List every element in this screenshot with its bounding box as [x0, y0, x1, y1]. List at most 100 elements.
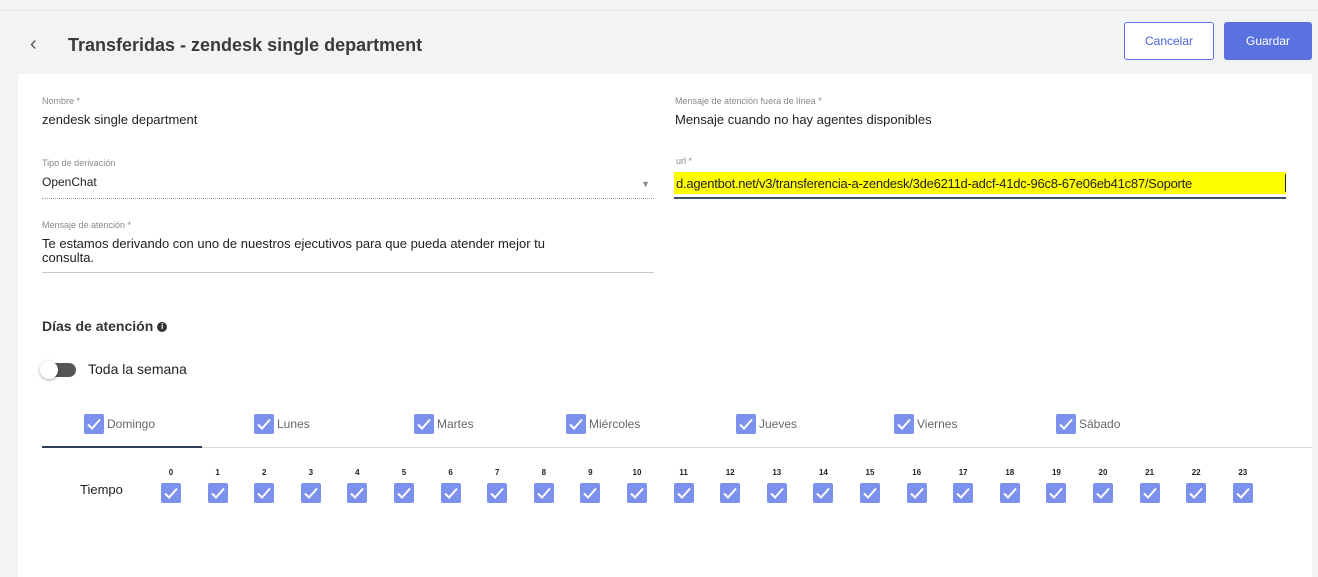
url-input[interactable]: d.agentbot.net/v3/transferencia-a-zendes…: [676, 176, 1192, 191]
hour-checkbox[interactable]: [487, 483, 508, 503]
hour-checkbox[interactable]: [766, 483, 787, 503]
hour-number: 15: [865, 468, 875, 477]
hour-15: 15: [860, 468, 880, 508]
hour-10: 10: [627, 468, 647, 508]
hour-checkbox[interactable]: [720, 483, 741, 503]
hour-checkbox[interactable]: [1093, 483, 1113, 503]
checkbox-viernes[interactable]: [894, 414, 914, 434]
hour-checkbox[interactable]: [207, 483, 228, 503]
hour-checkbox[interactable]: [440, 483, 461, 503]
hour-22: 22: [1186, 468, 1207, 508]
hour-checkbox[interactable]: [999, 483, 1020, 503]
hour-checkbox[interactable]: [1232, 483, 1253, 503]
hour-checkbox[interactable]: [813, 483, 834, 503]
hour-checkbox[interactable]: [580, 483, 601, 503]
tab-domingo[interactable]: Domingo: [84, 414, 155, 434]
hour-checkbox[interactable]: [161, 483, 181, 503]
tab-lunes[interactable]: Lunes: [254, 414, 310, 434]
mensaje-atencion-line2[interactable]: consulta.: [42, 251, 654, 265]
form-card: Nombre * zendesk single department Mensa…: [18, 74, 1312, 577]
hour-11: 11: [673, 468, 694, 508]
nombre-label: Nombre *: [42, 96, 81, 106]
hour-checkbox[interactable]: [673, 483, 694, 503]
hour-number: 11: [679, 468, 688, 477]
hour-4: 4: [347, 468, 368, 508]
hour-12: 12: [720, 468, 741, 508]
hour-3: 3: [300, 468, 321, 508]
hour-number: 16: [912, 468, 922, 477]
checkbox-jueves[interactable]: [736, 414, 756, 434]
nombre-field[interactable]: Nombre * zendesk single department: [42, 96, 654, 130]
dias-atencion-title: Días de atención: [42, 318, 154, 334]
hour-number: 14: [818, 468, 828, 477]
hour-checkbox[interactable]: [906, 483, 927, 503]
hour-19: 19: [1046, 468, 1067, 508]
checkbox-lunes[interactable]: [254, 414, 274, 434]
checkbox-miercoles[interactable]: [566, 414, 586, 434]
mensaje-fuera-linea-input[interactable]: Mensaje cuando no hay agentes disponible…: [675, 113, 1287, 127]
save-button[interactable]: Guardar: [1224, 22, 1312, 60]
hour-number: 0: [168, 468, 174, 477]
tipo-derivacion-select[interactable]: Tipo de derivación OpenChat ▼: [42, 158, 654, 200]
mensaje-fuera-linea-field[interactable]: Mensaje de atención fuera de línea * Men…: [675, 96, 1287, 130]
checkbox-sabado[interactable]: [1056, 414, 1076, 434]
mensaje-atencion-line1[interactable]: Te estamos derivando con uno de nuestros…: [42, 237, 654, 251]
checkbox-domingo[interactable]: [84, 414, 104, 434]
tab-jueves[interactable]: Jueves: [736, 414, 797, 434]
hour-number: 6: [448, 468, 453, 477]
hour-checkbox[interactable]: [394, 483, 414, 503]
tipo-derivacion-value: OpenChat: [42, 175, 97, 189]
chevron-left-icon[interactable]: ‹: [30, 34, 37, 54]
tab-label-viernes: Viernes: [917, 417, 958, 431]
hour-number: 22: [1191, 468, 1201, 477]
dias-atencion-heading: Días de atención i: [42, 318, 168, 334]
hour-checkbox[interactable]: [1046, 483, 1067, 503]
hour-14: 14: [813, 468, 834, 508]
hour-18: 18: [999, 468, 1020, 508]
hour-checkbox[interactable]: [953, 483, 974, 503]
hour-number: 19: [1051, 468, 1061, 477]
hour-5: 5: [394, 468, 414, 508]
mensaje-atencion-label: Mensaje de atención *: [42, 220, 132, 230]
tab-sabado[interactable]: Sábado: [1056, 414, 1120, 434]
page-title: Transferidas - zendesk single department: [68, 35, 423, 55]
chevron-down-icon[interactable]: ▼: [641, 179, 650, 189]
hour-13: 13: [766, 468, 787, 508]
tiempo-label: Tiempo: [80, 482, 123, 497]
hour-20: 20: [1093, 468, 1113, 508]
active-tab-indicator: [42, 446, 202, 448]
hour-checkbox[interactable]: [1186, 483, 1207, 503]
hour-0: 0: [161, 468, 181, 508]
hour-number: 17: [958, 468, 968, 477]
hour-checkbox[interactable]: [860, 483, 880, 503]
tab-martes[interactable]: Martes: [414, 414, 474, 434]
hour-checkbox[interactable]: [300, 483, 321, 503]
url-underline: [674, 197, 1286, 199]
tab-label-miercoles: Miércoles: [589, 417, 641, 431]
hour-number: 12: [725, 468, 735, 477]
hour-checkbox[interactable]: [627, 483, 647, 503]
toggle-knob[interactable]: [40, 361, 58, 379]
hour-8: 8: [533, 468, 554, 508]
hour-number: 9: [588, 468, 593, 477]
page-header: ‹ Transferidas - zendesk single departme…: [0, 22, 1318, 64]
hour-checkbox[interactable]: [254, 483, 275, 503]
hour-number: 18: [1005, 468, 1015, 477]
cancel-button[interactable]: Cancelar: [1124, 22, 1214, 60]
url-field[interactable]: url * d.agentbot.net/v3/transferencia-a-…: [674, 156, 1290, 202]
hour-checkbox[interactable]: [1139, 483, 1160, 503]
info-icon[interactable]: i: [157, 322, 168, 332]
tab-miercoles[interactable]: Miércoles: [566, 414, 640, 434]
tab-viernes[interactable]: Viernes: [894, 414, 957, 434]
hour-21: 21: [1139, 468, 1160, 508]
hour-checkbox[interactable]: [533, 483, 554, 503]
hour-number: 21: [1145, 468, 1155, 477]
page-edge: [1312, 74, 1318, 577]
nombre-input[interactable]: zendesk single department: [42, 113, 654, 127]
mensaje-atencion-field[interactable]: Mensaje de atención * Te estamos derivan…: [42, 220, 654, 274]
tab-label-martes: Martes: [437, 417, 474, 431]
checkbox-martes[interactable]: [414, 414, 434, 434]
hour-checkbox[interactable]: [347, 483, 368, 503]
hour-number: 8: [541, 468, 547, 477]
hour-number: 5: [401, 468, 407, 477]
